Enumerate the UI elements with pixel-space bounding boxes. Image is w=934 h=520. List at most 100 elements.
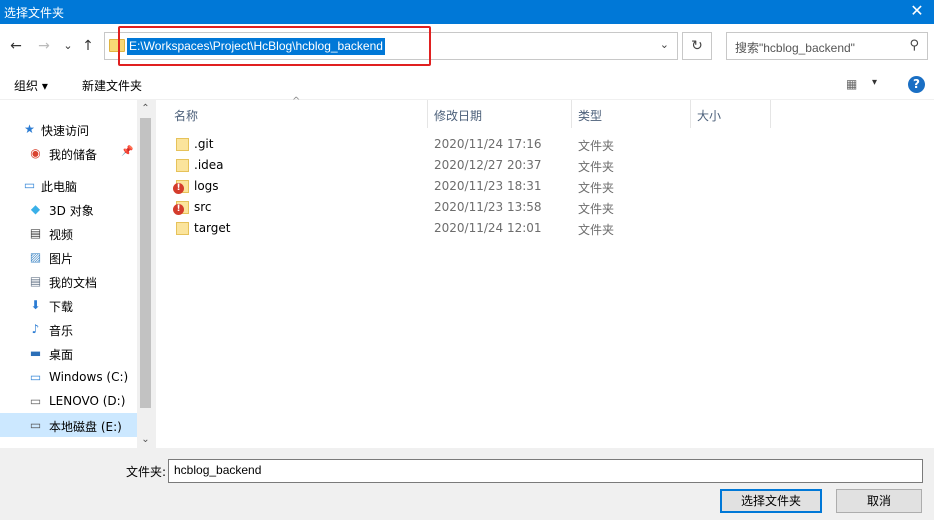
drive-icon: ▭ <box>29 418 42 432</box>
search-box[interactable]: 搜索"hcblog_backend" ⚲ <box>726 32 928 60</box>
folder-field-label: 文件夹: <box>126 465 167 479</box>
select-folder-button[interactable]: 选择文件夹 <box>720 489 822 513</box>
column-header-label: 名称 <box>174 109 199 123</box>
file-date: 2020/11/23 13:58 <box>434 200 542 214</box>
view-dropdown-chevron-icon[interactable]: ▾ <box>872 77 877 88</box>
sidebar-item-label: 快速访问 <box>41 124 90 138</box>
folder-icon: ! <box>173 200 190 215</box>
help-icon[interactable]: ? <box>908 76 925 93</box>
sidebar-item[interactable]: ▭ 此电脑 <box>0 173 137 197</box>
video-icon: ▤ <box>29 226 42 240</box>
recent-locations-chevron-icon[interactable]: ⌄ <box>62 36 74 56</box>
sort-ascending-icon: ^ <box>292 96 301 107</box>
scrollbar-thumb[interactable] <box>140 118 151 408</box>
file-type: 文件夹 <box>578 181 615 195</box>
sidebar-item[interactable]: ▨ 图片 <box>0 245 137 269</box>
sidebar-item[interactable]: ⬇ 下载 <box>0 293 137 317</box>
error-overlay-icon: ! <box>173 204 184 215</box>
folder-shape <box>176 159 189 172</box>
table-row[interactable]: ! logs 2020/11/23 18:31 文件夹 <box>156 176 934 197</box>
new-folder-button[interactable]: 新建文件夹 <box>82 77 142 94</box>
sidebar-item-label: Windows (C:) <box>49 370 129 384</box>
table-row[interactable]: ! src 2020/11/23 13:58 文件夹 <box>156 197 934 218</box>
sidebar-item-label: 我的文档 <box>49 276 98 290</box>
forward-arrow-icon[interactable]: → <box>36 36 52 56</box>
cancel-button[interactable]: 取消 <box>836 489 922 513</box>
cube-icon: ◆ <box>30 202 41 216</box>
file-date: 2020/12/27 20:37 <box>434 158 542 172</box>
address-highlight-annotation <box>118 26 431 66</box>
sidebar-scrollbar[interactable]: ⌃ ⌄ <box>137 100 154 448</box>
sidebar-item-label: 下载 <box>49 300 74 314</box>
column-header-label: 类型 <box>578 109 603 123</box>
music-icon: ♪ <box>31 322 40 336</box>
scroll-down-icon[interactable]: ⌄ <box>137 431 154 448</box>
computer-icon: ▭ <box>23 178 36 192</box>
folder-shape <box>176 138 189 151</box>
sidebar-item[interactable]: ▤ 我的文档 <box>0 269 137 293</box>
drive-icon: ▭ <box>29 394 42 408</box>
column-header-size[interactable]: 大小 <box>691 100 771 128</box>
dialog-footer: 文件夹: hcblog_backend 选择文件夹 取消 <box>0 448 934 520</box>
table-row[interactable]: target 2020/11/24 12:01 文件夹 <box>156 218 934 239</box>
sidebar-item[interactable]: ★ 快速访问 <box>0 117 137 141</box>
desktop-icon: ▬ <box>29 346 42 360</box>
file-date: 2020/11/24 17:16 <box>434 137 542 151</box>
star-icon: ★ <box>24 122 35 136</box>
address-dropdown-chevron-icon[interactable]: ⌄ <box>660 38 669 51</box>
column-header-type[interactable]: 类型 <box>572 100 691 128</box>
window-title: 选择文件夹 <box>4 6 65 20</box>
file-name: .git <box>194 137 214 151</box>
folder-icon <box>176 158 190 172</box>
sidebar-item-label: LENOVO (D:) <box>49 394 126 408</box>
column-header-date[interactable]: 修改日期 <box>428 100 572 128</box>
sidebar-item[interactable]: ▤ 视频 <box>0 221 137 245</box>
search-input[interactable]: 搜索"hcblog_backend" <box>735 39 855 56</box>
app-icon: ◉ <box>30 146 41 160</box>
close-icon[interactable]: ✕ <box>900 0 934 24</box>
sidebar-item[interactable]: ♪ 音乐 <box>0 317 137 341</box>
up-arrow-icon[interactable]: ↑ <box>80 36 96 56</box>
error-overlay-icon: ! <box>173 183 184 194</box>
column-header-label: 修改日期 <box>434 109 483 123</box>
sidebar-item[interactable]: ◉ 我的储备 📌 <box>0 141 137 165</box>
refresh-button[interactable]: ↻ <box>682 32 712 60</box>
folder-icon <box>176 221 190 235</box>
back-arrow-icon[interactable]: ← <box>8 36 24 56</box>
sidebar-item-label: 视频 <box>49 228 74 242</box>
scroll-up-icon[interactable]: ⌃ <box>137 100 154 117</box>
sidebar-item-label: 图片 <box>49 252 74 266</box>
refresh-icon: ↻ <box>691 38 703 54</box>
document-icon: ▤ <box>29 274 42 288</box>
file-list: ^ 名称 修改日期 类型 大小 .git 2020/11/24 17:16 文件夹.… <box>156 96 934 448</box>
sidebar-item-label: 音乐 <box>49 324 74 338</box>
sidebar-item[interactable]: ▭ 本地磁盘 (E:) <box>0 413 137 437</box>
file-date: 2020/11/23 18:31 <box>434 179 542 193</box>
table-row[interactable]: .git 2020/11/24 17:16 文件夹 <box>156 134 934 155</box>
folder-icon: ! <box>173 179 190 194</box>
sidebar-item-label: 此电脑 <box>41 180 78 194</box>
table-row[interactable]: .idea 2020/12/27 20:37 文件夹 <box>156 155 934 176</box>
search-icon[interactable]: ⚲ <box>909 38 919 53</box>
download-icon: ⬇ <box>30 298 41 312</box>
folder-icon <box>176 137 190 151</box>
file-type: 文件夹 <box>578 139 615 153</box>
column-header-label: 大小 <box>697 109 722 123</box>
sidebar-item[interactable]: ◆ 3D 对象 <box>0 197 137 221</box>
sidebar-item[interactable]: ▭ Windows (C:) <box>0 365 137 389</box>
sidebar-item-label: 本地磁盘 (E:) <box>49 420 122 434</box>
view-options-icon[interactable]: ▦ <box>846 77 857 91</box>
navigation-pane: ★ 快速访问 ◉ 我的储备 📌 ▭ 此电脑 ◆ 3D 对象 ▤ 视频 ▨ 图片 ▤ 我的文档 ⬇ 下载 ♪ 音乐 ▬ 桌… <box>0 100 154 448</box>
sidebar-item[interactable]: ▬ 桌面 <box>0 341 137 365</box>
file-name: target <box>194 221 231 235</box>
folder-shape <box>176 222 189 235</box>
file-name: src <box>194 200 212 214</box>
sidebar-item-label: 桌面 <box>49 348 74 362</box>
organize-button[interactable]: 组织 ▾ <box>14 77 48 94</box>
file-type: 文件夹 <box>578 160 615 174</box>
folder-name-input[interactable]: hcblog_backend <box>168 459 923 483</box>
file-type: 文件夹 <box>578 223 615 237</box>
column-header-name[interactable]: ^ 名称 <box>156 96 428 128</box>
sidebar-item[interactable]: ▭ LENOVO (D:) <box>0 389 137 413</box>
pin-icon[interactable]: 📌 <box>121 146 133 157</box>
